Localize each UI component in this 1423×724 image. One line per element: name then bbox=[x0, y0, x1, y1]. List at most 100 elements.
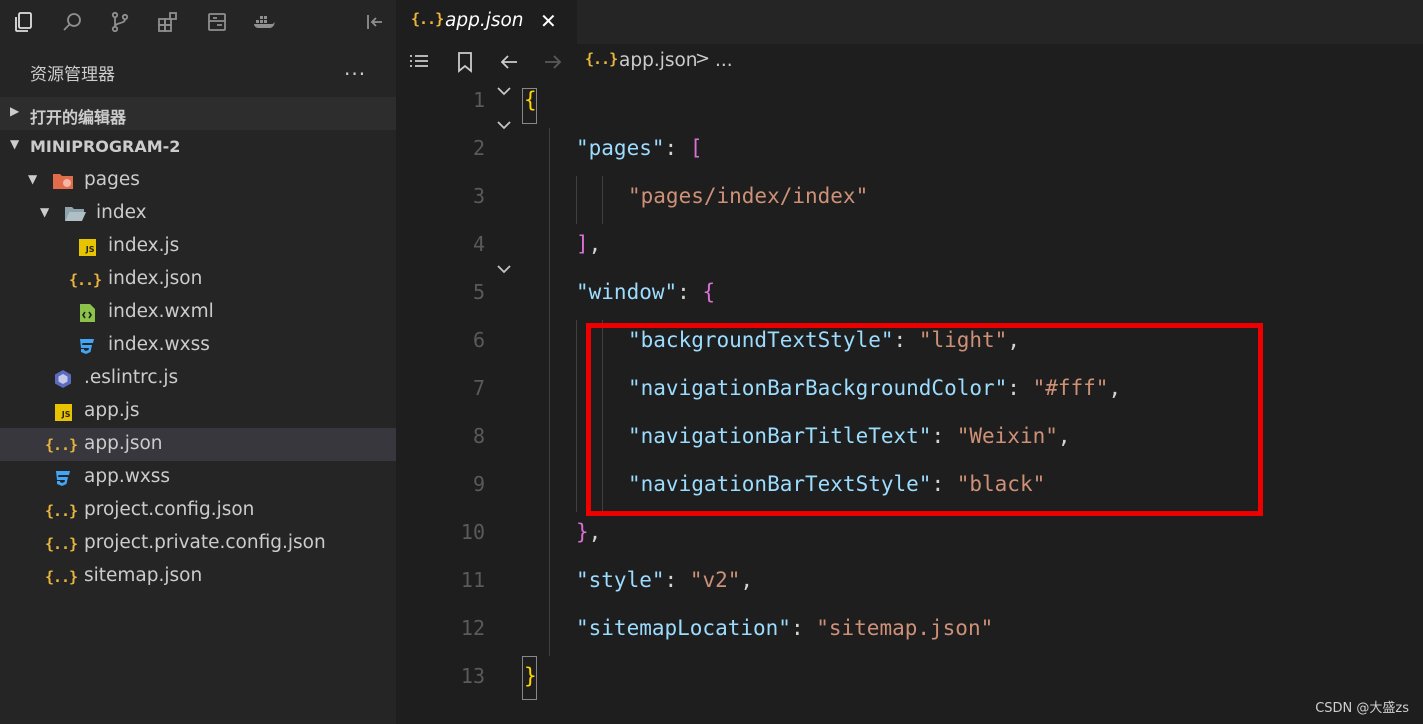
tree-item-sitemap[interactable]: {..} sitemap.json bbox=[0, 560, 396, 593]
js-file-icon: JS bbox=[76, 236, 98, 258]
chevron-down-icon: ▼ bbox=[10, 137, 20, 151]
wxml-file-icon bbox=[76, 302, 98, 324]
js-file-icon: JS bbox=[52, 401, 74, 423]
code-line: 1 { bbox=[397, 80, 1423, 128]
collapse-sidebar-icon[interactable] bbox=[360, 8, 388, 36]
code-text: "sitemapLocation": "sitemap.json" bbox=[576, 616, 994, 640]
highlight-box bbox=[586, 323, 1263, 516]
line-number: 11 bbox=[460, 568, 485, 592]
forward-arrow-icon[interactable] bbox=[541, 50, 565, 78]
code-text: "window": { bbox=[576, 280, 716, 304]
code-text: "pages/index/index" bbox=[628, 184, 869, 208]
project-section[interactable]: ▼ MINIPROGRAM-2 bbox=[0, 130, 396, 163]
tree-item-app-wxss[interactable]: app.wxss bbox=[0, 461, 396, 494]
tree-item-app-json[interactable]: {..} app.json bbox=[0, 428, 396, 461]
fold-chevron-icon[interactable] bbox=[495, 260, 513, 282]
code-text: { bbox=[524, 88, 537, 112]
breadcrumb-file[interactable]: app.json bbox=[619, 50, 698, 71]
line-number: 12 bbox=[460, 616, 485, 640]
breadcrumb-more[interactable]: ... bbox=[715, 50, 733, 71]
explorer-header: 资源管理器 ... bbox=[0, 52, 396, 88]
tree-item-label: project.private.config.json bbox=[84, 532, 326, 553]
tree-item-label: index.js bbox=[108, 235, 180, 256]
code-text: "style": "v2", bbox=[576, 568, 754, 592]
code-text: } bbox=[524, 664, 537, 688]
tree-item-index-wxml[interactable]: index.wxml bbox=[0, 296, 396, 329]
css-file-icon bbox=[52, 467, 74, 489]
docker-icon[interactable] bbox=[250, 8, 278, 36]
code-text: }, bbox=[576, 520, 602, 544]
tree-item-index-js[interactable]: JS index.js bbox=[0, 230, 396, 263]
css-file-icon bbox=[76, 335, 98, 357]
explorer-title: 资源管理器 bbox=[30, 65, 115, 85]
watermark: CSDN @大盛zs bbox=[1315, 701, 1409, 716]
source-control-icon[interactable] bbox=[106, 8, 134, 36]
code-text: ], bbox=[576, 232, 602, 256]
code-line: 3 "pages/index/index" bbox=[397, 176, 1423, 224]
json-file-icon: {..} bbox=[44, 568, 78, 586]
explorer-icon[interactable] bbox=[10, 8, 38, 36]
json-file-icon: {..} bbox=[44, 535, 78, 553]
tree-item-index-json[interactable]: {..} index.json bbox=[0, 263, 396, 296]
search-icon[interactable] bbox=[58, 8, 86, 36]
back-arrow-icon[interactable] bbox=[497, 50, 521, 78]
chevron-down-icon: ▼ bbox=[28, 172, 38, 186]
line-number: 2 bbox=[472, 136, 485, 160]
explorer-sidebar: 资源管理器 ... ▶ 打开的编辑器 ▼ MINIPROGRAM-2 ▼ pag… bbox=[0, 0, 396, 724]
more-actions-button[interactable]: ... bbox=[344, 56, 366, 80]
line-number: 1 bbox=[472, 88, 485, 112]
code-editor[interactable]: 1 { 2 "pages": [ 3 "pages/index/index" 4… bbox=[397, 80, 1423, 724]
breadcrumb-separator: > bbox=[695, 48, 711, 69]
activity-bar bbox=[0, 0, 396, 44]
tree-item-label: app.js bbox=[84, 400, 140, 421]
fold-chevron-icon[interactable] bbox=[495, 116, 513, 138]
tree-item-index-wxss[interactable]: index.wxss bbox=[0, 329, 396, 362]
line-number: 13 bbox=[460, 664, 485, 688]
code-line: 4 ], bbox=[397, 224, 1423, 272]
tree-item-label: .eslintrc.js bbox=[84, 367, 179, 388]
line-number: 5 bbox=[472, 280, 485, 304]
folder-open-icon bbox=[64, 203, 86, 225]
tree-item-eslintrc[interactable]: .eslintrc.js bbox=[0, 362, 396, 395]
editor-tab-bar: {..} app.json ✕ bbox=[397, 0, 1423, 44]
chevron-down-icon: ▼ bbox=[40, 205, 50, 219]
extensions-icon[interactable] bbox=[154, 8, 182, 36]
open-editors-section[interactable]: ▶ 打开的编辑器 bbox=[0, 97, 396, 130]
line-number: 7 bbox=[472, 376, 485, 400]
json-file-icon: {..} bbox=[68, 271, 102, 289]
tree-item-label: sitemap.json bbox=[84, 565, 203, 586]
open-editors-label: 打开的编辑器 bbox=[30, 108, 127, 127]
tree-item-pages[interactable]: ▼ pages bbox=[0, 164, 396, 197]
fold-chevron-icon[interactable] bbox=[495, 82, 513, 104]
tree-item-label: project.config.json bbox=[84, 499, 255, 520]
eslint-file-icon bbox=[52, 368, 74, 390]
tree-item-project-private-config[interactable]: {..} project.private.config.json bbox=[0, 527, 396, 560]
tree-item-app-js[interactable]: JS app.js bbox=[0, 395, 396, 428]
json-file-icon: {..} bbox=[44, 436, 78, 454]
code-line: 2 "pages": [ bbox=[397, 121, 1423, 176]
code-line: 11 "style": "v2", bbox=[397, 560, 1423, 608]
tree-item-label: app.wxss bbox=[84, 466, 171, 487]
breadcrumb: {..} app.json > ... bbox=[397, 44, 1423, 80]
code-line: 10 }, bbox=[397, 512, 1423, 560]
tree-item-project-config[interactable]: {..} project.config.json bbox=[0, 494, 396, 527]
tab-label: app.json bbox=[445, 10, 524, 31]
tree-item-index-folder[interactable]: ▼ index bbox=[0, 197, 396, 230]
tab-app-json[interactable]: {..} app.json ✕ bbox=[397, 0, 577, 44]
line-number: 8 bbox=[472, 424, 485, 448]
tree-item-label: index.json bbox=[108, 268, 203, 289]
json-file-icon: {..} bbox=[585, 50, 618, 68]
code-text: "pages": [ bbox=[576, 136, 703, 160]
outline-icon[interactable] bbox=[203, 8, 231, 36]
json-file-icon: {..} bbox=[411, 10, 444, 28]
tree-item-label: index.wxss bbox=[108, 334, 210, 355]
tree-item-label: pages bbox=[84, 169, 140, 190]
code-line: 13 } bbox=[397, 656, 1423, 704]
chevron-right-icon: ▶ bbox=[10, 104, 20, 118]
close-icon[interactable]: ✕ bbox=[540, 9, 557, 33]
bookmark-icon[interactable] bbox=[453, 50, 477, 78]
line-number: 9 bbox=[472, 472, 485, 496]
line-number: 4 bbox=[472, 232, 485, 256]
outline-list-icon[interactable] bbox=[407, 50, 431, 78]
line-number: 3 bbox=[472, 184, 485, 208]
